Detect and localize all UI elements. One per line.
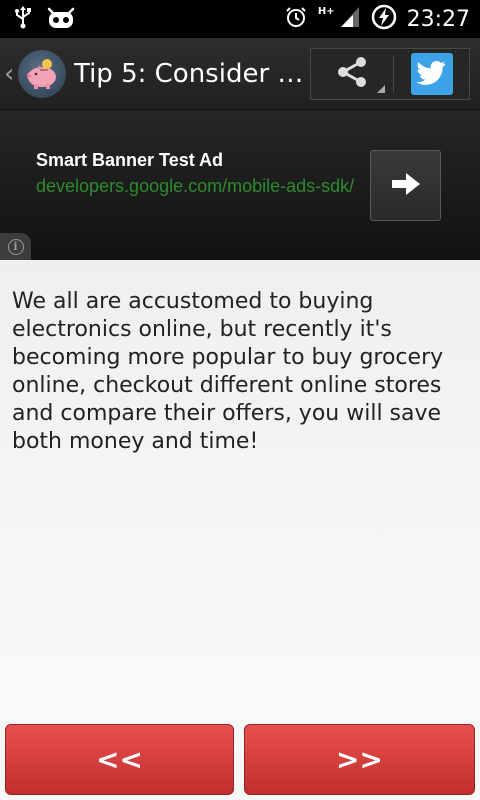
action-buttons-group — [310, 48, 470, 100]
twitter-icon — [410, 53, 453, 95]
ad-banner[interactable]: Smart Banner Test Ad developers.google.c… — [0, 110, 480, 260]
battery-charging-icon — [371, 4, 397, 34]
page-title: Tip 5: Consider o... — [74, 58, 306, 89]
next-tip-button[interactable]: >> — [244, 724, 475, 795]
info-icon: i — [7, 238, 24, 255]
status-bar: H+ 23:27 — [0, 0, 480, 38]
ad-title: Smart Banner Test Ad — [36, 150, 224, 170]
bottom-navigation: << >> — [0, 720, 480, 800]
share-button[interactable] — [311, 49, 393, 99]
previous-tip-button[interactable]: << — [5, 724, 234, 795]
network-type-label: H+ — [317, 5, 335, 17]
piggy-bank-icon — [18, 49, 66, 98]
action-bar: ‹ Tip 5: Consider o... — [0, 38, 480, 110]
share-icon — [335, 55, 369, 93]
usb-icon — [14, 5, 32, 33]
tip-content-area: We all are accustomed to buying electron… — [0, 260, 480, 720]
back-chevron-icon: ‹ — [4, 58, 15, 89]
signal-icon — [339, 5, 361, 33]
android-debug-icon — [46, 5, 76, 33]
twitter-button[interactable] — [394, 49, 469, 99]
tip-text: We all are accustomed to buying electron… — [12, 289, 444, 454]
ad-arrow-button[interactable] — [370, 150, 441, 221]
home-up-button[interactable]: ‹ — [0, 38, 66, 109]
ad-url: developers.google.com/mobile-ads-sdk/ — [36, 176, 355, 196]
ad-info-button[interactable]: i — [0, 233, 31, 260]
alarm-icon — [284, 5, 308, 33]
status-time: 23:27 — [406, 6, 470, 32]
arrow-right-icon — [390, 170, 422, 202]
